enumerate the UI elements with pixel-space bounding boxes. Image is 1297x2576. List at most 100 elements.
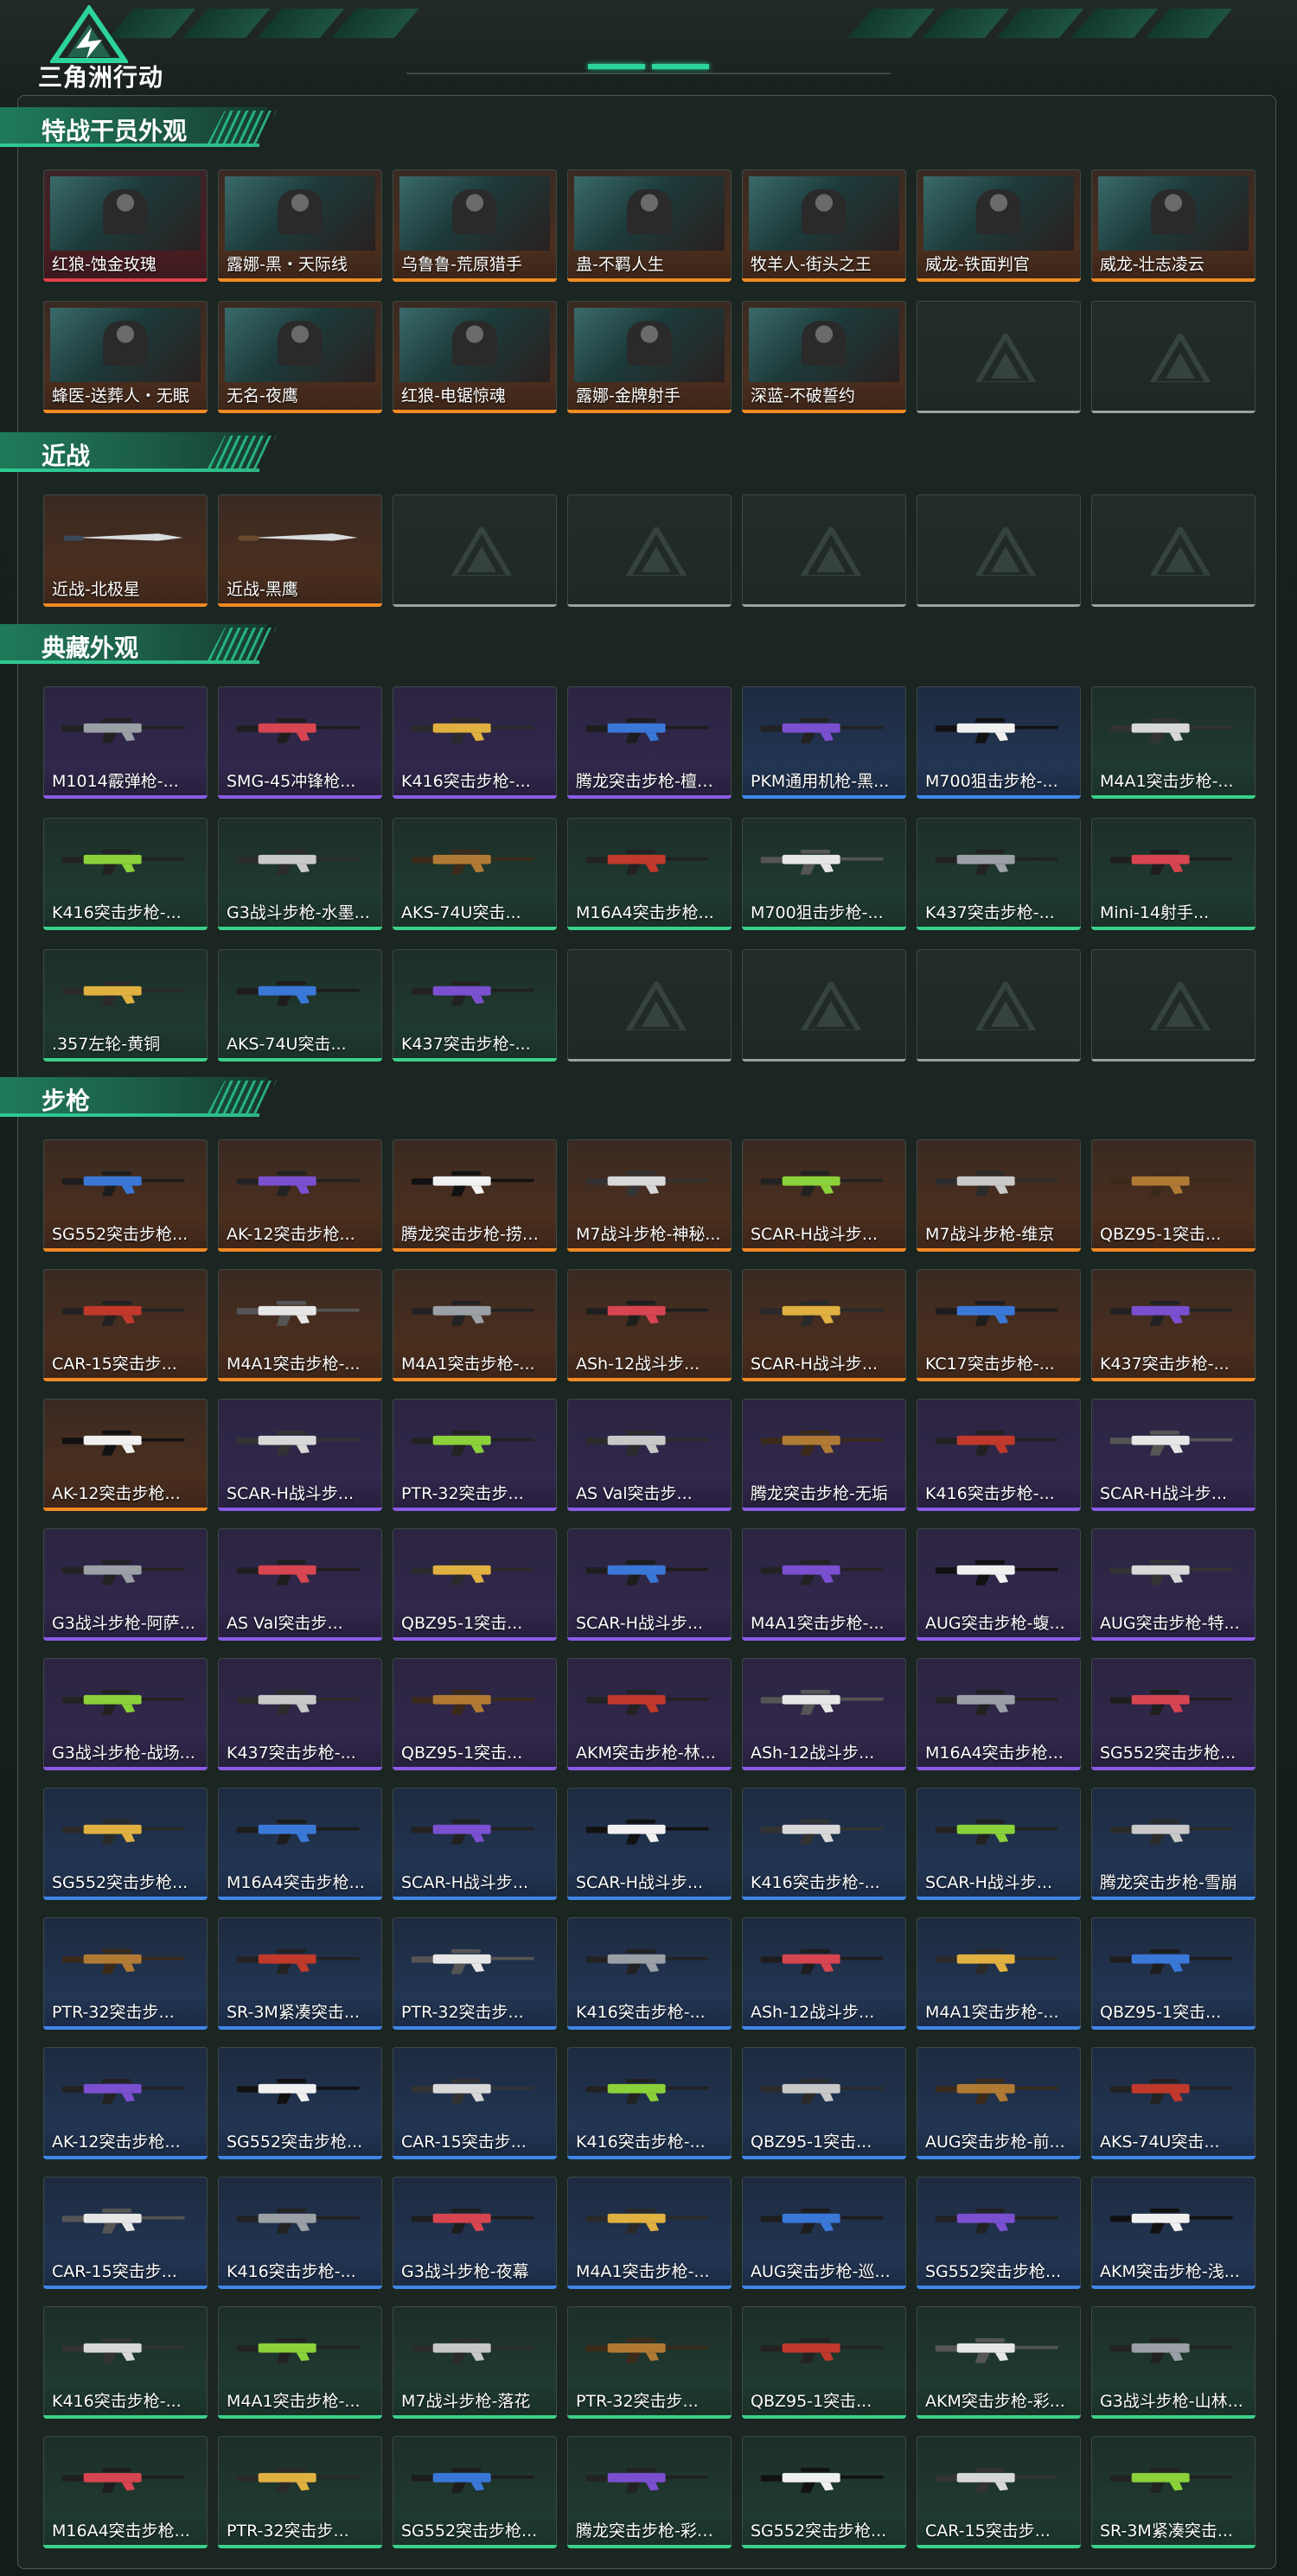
skin-card[interactable]: AKM突击步枪-浅...: [1091, 2177, 1255, 2289]
skin-card[interactable]: PKM通用机枪-黑...: [742, 686, 906, 799]
skin-card[interactable]: K416突击步枪-...: [567, 1917, 732, 2030]
skin-card[interactable]: M4A1突击步枪-...: [742, 1528, 906, 1641]
skin-card[interactable]: G3战斗步枪-夜幕: [393, 2177, 557, 2289]
skin-card[interactable]: M16A4突击步枪...: [218, 1788, 382, 1900]
skin-card[interactable]: 红狼-蚀金玫瑰: [43, 169, 208, 282]
skin-card[interactable]: M7战斗步枪-神秘...: [567, 1139, 732, 1252]
skin-card[interactable]: SCAR-H战斗步...: [567, 1788, 732, 1900]
skin-card[interactable]: SCAR-H战斗步...: [917, 1788, 1081, 1900]
skin-card[interactable]: M16A4突击步枪...: [43, 2436, 208, 2548]
skin-card[interactable]: M7战斗步枪-维京: [917, 1139, 1081, 1252]
skin-card[interactable]: K437突击步枪-...: [393, 949, 557, 1062]
skin-card[interactable]: 乌鲁鲁-荒原猎手: [393, 169, 557, 282]
skin-card[interactable]: PTR-32突击步...: [393, 1917, 557, 2030]
skin-card[interactable]: AKS-74U突击...: [218, 949, 382, 1062]
skin-card[interactable]: 蜂医-送葬人・无眠: [43, 301, 208, 413]
skin-card[interactable]: K437突击步枪-...: [917, 818, 1081, 930]
skin-card[interactable]: SG552突击步枪...: [393, 2436, 557, 2548]
skin-card[interactable]: K416突击步枪-...: [43, 2306, 208, 2419]
skin-card[interactable]: K416突击步枪-...: [218, 2177, 382, 2289]
skin-card[interactable]: SCAR-H战斗步...: [218, 1399, 382, 1511]
skin-card[interactable]: PTR-32突击步...: [393, 1399, 557, 1511]
skin-card[interactable]: SG552突击步枪...: [1091, 1658, 1255, 1770]
skin-card[interactable]: M700狙击步枪-...: [742, 818, 906, 930]
skin-card[interactable]: SG552突击步枪...: [43, 1788, 208, 1900]
skin-card[interactable]: 牧羊人-街头之王: [742, 169, 906, 282]
skin-card[interactable]: AK-12突击步枪...: [43, 1399, 208, 1511]
skin-card[interactable]: M700狙击步枪-...: [917, 686, 1081, 799]
skin-card[interactable]: SCAR-H战斗步...: [567, 1528, 732, 1641]
skin-card[interactable]: ASh-12战斗步...: [567, 1269, 732, 1381]
skin-card[interactable]: SCAR-H战斗步...: [742, 1139, 906, 1252]
skin-card[interactable]: QBZ95-1突击...: [393, 1528, 557, 1641]
skin-card[interactable]: SMG-45冲锋枪...: [218, 686, 382, 799]
skin-card[interactable]: 腾龙突击步枪-檀劫...: [567, 686, 732, 799]
skin-card[interactable]: AK-12突击步枪...: [218, 1139, 382, 1252]
skin-card[interactable]: M4A1突击步枪-...: [567, 2177, 732, 2289]
skin-card[interactable]: G3战斗步枪-水墨...: [218, 818, 382, 930]
skin-card[interactable]: ASh-12战斗步...: [742, 1917, 906, 2030]
skin-card[interactable]: 蛊-不羁人生: [567, 169, 732, 282]
skin-card[interactable]: CAR-15突击步...: [917, 2436, 1081, 2548]
skin-card[interactable]: K416突击步枪-...: [742, 1788, 906, 1900]
skin-card[interactable]: SCAR-H战斗步...: [393, 1788, 557, 1900]
skin-card[interactable]: M4A1突击步枪-...: [218, 2306, 382, 2419]
skin-card[interactable]: SG552突击步枪...: [742, 2436, 906, 2548]
skin-card[interactable]: 腾龙突击步枪-雪崩: [1091, 1788, 1255, 1900]
skin-card[interactable]: 深蓝-不破誓约: [742, 301, 906, 413]
skin-card[interactable]: QBZ95-1突击...: [1091, 1917, 1255, 2030]
skin-card[interactable]: M4A1突击步枪-...: [1091, 686, 1255, 799]
skin-card[interactable]: 威龙-铁面判官: [917, 169, 1081, 282]
skin-card[interactable]: G3战斗步枪-山林...: [1091, 2306, 1255, 2419]
skin-card[interactable]: AKS-74U突击...: [393, 818, 557, 930]
skin-card[interactable]: M16A4突击步枪...: [917, 1658, 1081, 1770]
skin-card[interactable]: .357左轮-黄铜: [43, 949, 208, 1062]
skin-card[interactable]: AUG突击步枪-特...: [1091, 1528, 1255, 1641]
skin-card[interactable]: K416突击步枪-...: [43, 818, 208, 930]
skin-card[interactable]: AKS-74U突击...: [1091, 2047, 1255, 2159]
skin-card[interactable]: SR-3M紧凑突击...: [1091, 2436, 1255, 2548]
skin-card[interactable]: KC17突击步枪-...: [917, 1269, 1081, 1381]
skin-card[interactable]: Mini-14射手...: [1091, 818, 1255, 930]
skin-card[interactable]: K416突击步枪-...: [917, 1399, 1081, 1511]
skin-card[interactable]: M7战斗步枪-落花: [393, 2306, 557, 2419]
skin-card[interactable]: 腾龙突击步枪-无垢: [742, 1399, 906, 1511]
skin-card[interactable]: 无名-夜鹰: [218, 301, 382, 413]
skin-card[interactable]: K416突击步枪-...: [393, 686, 557, 799]
skin-card[interactable]: SCAR-H战斗步...: [1091, 1399, 1255, 1511]
skin-card[interactable]: AKM突击步枪-林...: [567, 1658, 732, 1770]
skin-card[interactable]: G3战斗步枪-战场...: [43, 1658, 208, 1770]
skin-card[interactable]: CAR-15突击步...: [43, 1269, 208, 1381]
skin-card[interactable]: QBZ95-1突击...: [1091, 1139, 1255, 1252]
skin-card[interactable]: 威龙-壮志凌云: [1091, 169, 1255, 282]
skin-card[interactable]: SR-3M紧凑突击...: [218, 1917, 382, 2030]
skin-card[interactable]: AS Val突击步...: [218, 1528, 382, 1641]
skin-card[interactable]: PTR-32突击步...: [43, 1917, 208, 2030]
skin-card[interactable]: AK-12突击步枪...: [43, 2047, 208, 2159]
skin-card[interactable]: 近战-北极星: [43, 494, 208, 607]
skin-card[interactable]: M16A4突击步枪...: [567, 818, 732, 930]
skin-card[interactable]: 露娜-黑・天际线: [218, 169, 382, 282]
skin-card[interactable]: CAR-15突击步...: [43, 2177, 208, 2289]
skin-card[interactable]: K416突击步枪-...: [567, 2047, 732, 2159]
skin-card[interactable]: M1014霰弹枪-...: [43, 686, 208, 799]
skin-card[interactable]: CAR-15突击步...: [393, 2047, 557, 2159]
skin-card[interactable]: QBZ95-1突击...: [742, 2306, 906, 2419]
skin-card[interactable]: QBZ95-1突击...: [393, 1658, 557, 1770]
skin-card[interactable]: 腾龙突击步枪-彩墨...: [567, 2436, 732, 2548]
skin-card[interactable]: K437突击步枪-...: [218, 1658, 382, 1770]
skin-card[interactable]: K437突击步枪-...: [1091, 1269, 1255, 1381]
skin-card[interactable]: SG552突击步枪...: [43, 1139, 208, 1252]
skin-card[interactable]: SCAR-H战斗步...: [742, 1269, 906, 1381]
skin-card[interactable]: G3战斗步枪-阿萨...: [43, 1528, 208, 1641]
skin-card[interactable]: 红狼-电锯惊魂: [393, 301, 557, 413]
skin-card[interactable]: 腾龙突击步枪-捞点...: [393, 1139, 557, 1252]
skin-card[interactable]: M4A1突击步枪-...: [218, 1269, 382, 1381]
skin-card[interactable]: M4A1突击步枪-...: [393, 1269, 557, 1381]
skin-card[interactable]: PTR-32突击步...: [218, 2436, 382, 2548]
skin-card[interactable]: AS Val突击步...: [567, 1399, 732, 1511]
skin-card[interactable]: AUG突击步枪-蝮...: [917, 1528, 1081, 1641]
skin-card[interactable]: AUG突击步枪-巡...: [742, 2177, 906, 2289]
skin-card[interactable]: ASh-12战斗步...: [742, 1658, 906, 1770]
skin-card[interactable]: SG552突击步枪...: [218, 2047, 382, 2159]
